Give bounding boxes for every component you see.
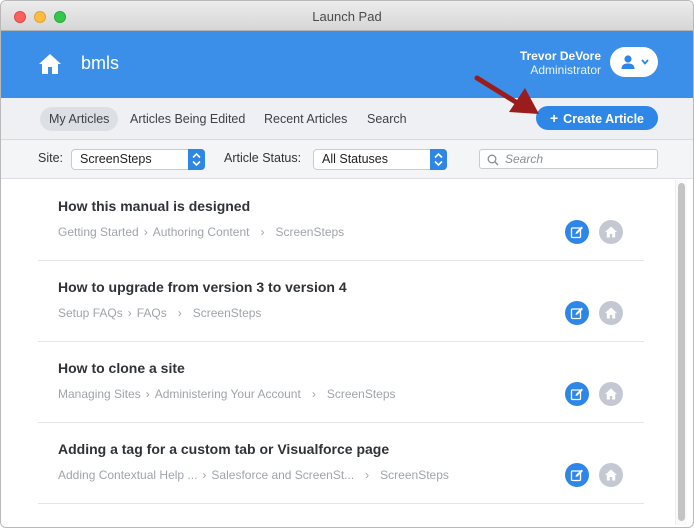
breadcrumb-item: Setup FAQs [58, 306, 123, 320]
chevron-down-icon [641, 59, 649, 65]
article-status-select[interactable]: All Statuses [313, 149, 447, 170]
site-select-value: ScreenSteps [80, 152, 152, 166]
edit-icon [570, 469, 583, 482]
breadcrumb-item: ScreenSteps [380, 468, 449, 482]
edit-icon [570, 388, 583, 401]
annotation-arrow-icon [474, 75, 539, 114]
edit-article-button[interactable] [565, 220, 589, 244]
breadcrumb-item: FAQs [136, 306, 167, 320]
create-article-button[interactable]: + Create Article [536, 106, 658, 130]
select-arrows-icon [430, 149, 447, 170]
breadcrumb-item: Getting Started [58, 225, 139, 239]
site-name: bmls [81, 53, 120, 73]
view-on-site-button[interactable] [599, 382, 623, 406]
site-label: Site: [38, 151, 64, 165]
view-on-site-button[interactable] [599, 220, 623, 244]
breadcrumb-item: ScreenSteps [326, 387, 396, 401]
article-status-label: Article Status: [224, 151, 302, 165]
article-list: How this manual is designed Getting Star… [1, 180, 687, 527]
breadcrumb-item: ScreenSteps [275, 225, 345, 239]
list-scrollbar[interactable] [675, 180, 687, 525]
launch-pad-window: Launch Pad bmls Trevor DeVore Administra… [0, 0, 694, 528]
article-title[interactable]: How this manual is designed [58, 198, 250, 214]
article-title[interactable]: How to upgrade from version 3 to version… [58, 279, 347, 295]
tab-my-articles[interactable]: My Articles [40, 107, 119, 131]
home-icon [605, 388, 617, 400]
breadcrumb-item: Authoring Content [152, 225, 250, 239]
article-breadcrumb: Managing Sites › Administering Your Accoun… [58, 387, 396, 401]
edit-article-button[interactable] [565, 463, 589, 487]
home-icon [605, 469, 617, 481]
home-icon [605, 226, 617, 238]
create-article-label: Create Article [563, 112, 644, 126]
home-icon [605, 307, 617, 319]
edit-icon [570, 226, 583, 239]
user-icon [621, 55, 635, 69]
title-bar: Launch Pad [1, 1, 693, 31]
article-row[interactable]: How this manual is designed Getting Star… [38, 180, 644, 261]
article-status-value: All Statuses [322, 152, 389, 166]
search-input[interactable] [505, 151, 650, 167]
tab-bar: My Articles Articles Being Edited Recent… [1, 98, 693, 140]
article-title[interactable]: Adding a tag for a custom tab or Visualf… [58, 441, 389, 457]
select-arrows-icon [188, 149, 205, 170]
edit-icon [570, 307, 583, 320]
home-icon[interactable] [37, 51, 63, 77]
window-title: Launch Pad [312, 9, 382, 24]
edit-article-button[interactable] [565, 382, 589, 406]
article-row[interactable]: How to upgrade from version 3 to version… [38, 261, 644, 342]
app-header: bmls Trevor DeVore Administrator [1, 31, 693, 98]
article-breadcrumb: Adding Contextual Help ... › Salesforce an… [58, 468, 449, 482]
scrollbar-thumb[interactable] [678, 183, 685, 521]
edit-article-button[interactable] [565, 301, 589, 325]
article-row[interactable]: Adding a tag for a custom tab or Visualf… [38, 423, 644, 504]
search-field[interactable] [479, 149, 658, 169]
tab-articles-being-edited[interactable]: Articles Being Edited [121, 107, 254, 131]
filter-bar: Site: ScreenSteps Article Status: All St… [1, 140, 693, 179]
user-menu-button[interactable] [610, 47, 658, 77]
article-breadcrumb: Setup FAQs › FAQs › ScreenSteps [58, 306, 262, 320]
breadcrumb-item: Adding Contextual Help ... [58, 468, 198, 482]
view-on-site-button[interactable] [599, 463, 623, 487]
tab-search[interactable]: Search [358, 107, 416, 131]
breadcrumb-item: ScreenSteps [192, 306, 262, 320]
view-on-site-button[interactable] [599, 301, 623, 325]
article-title[interactable]: How to clone a site [58, 360, 185, 376]
breadcrumb-item: Administering Your Account [154, 387, 301, 401]
plus-icon: + [549, 110, 559, 126]
user-name: Trevor DeVore [519, 49, 601, 63]
tab-recent-articles[interactable]: Recent Articles [255, 107, 356, 131]
article-row[interactable]: How to clone a site Managing Sites › Admin… [38, 342, 644, 423]
search-icon [487, 154, 499, 166]
article-breadcrumb: Getting Started › Authoring Content › Screen… [58, 225, 345, 239]
breadcrumb-item: Managing Sites [58, 387, 141, 401]
site-select[interactable]: ScreenSteps [71, 149, 205, 170]
breadcrumb-item: Salesforce and ScreenSt... [211, 468, 355, 482]
